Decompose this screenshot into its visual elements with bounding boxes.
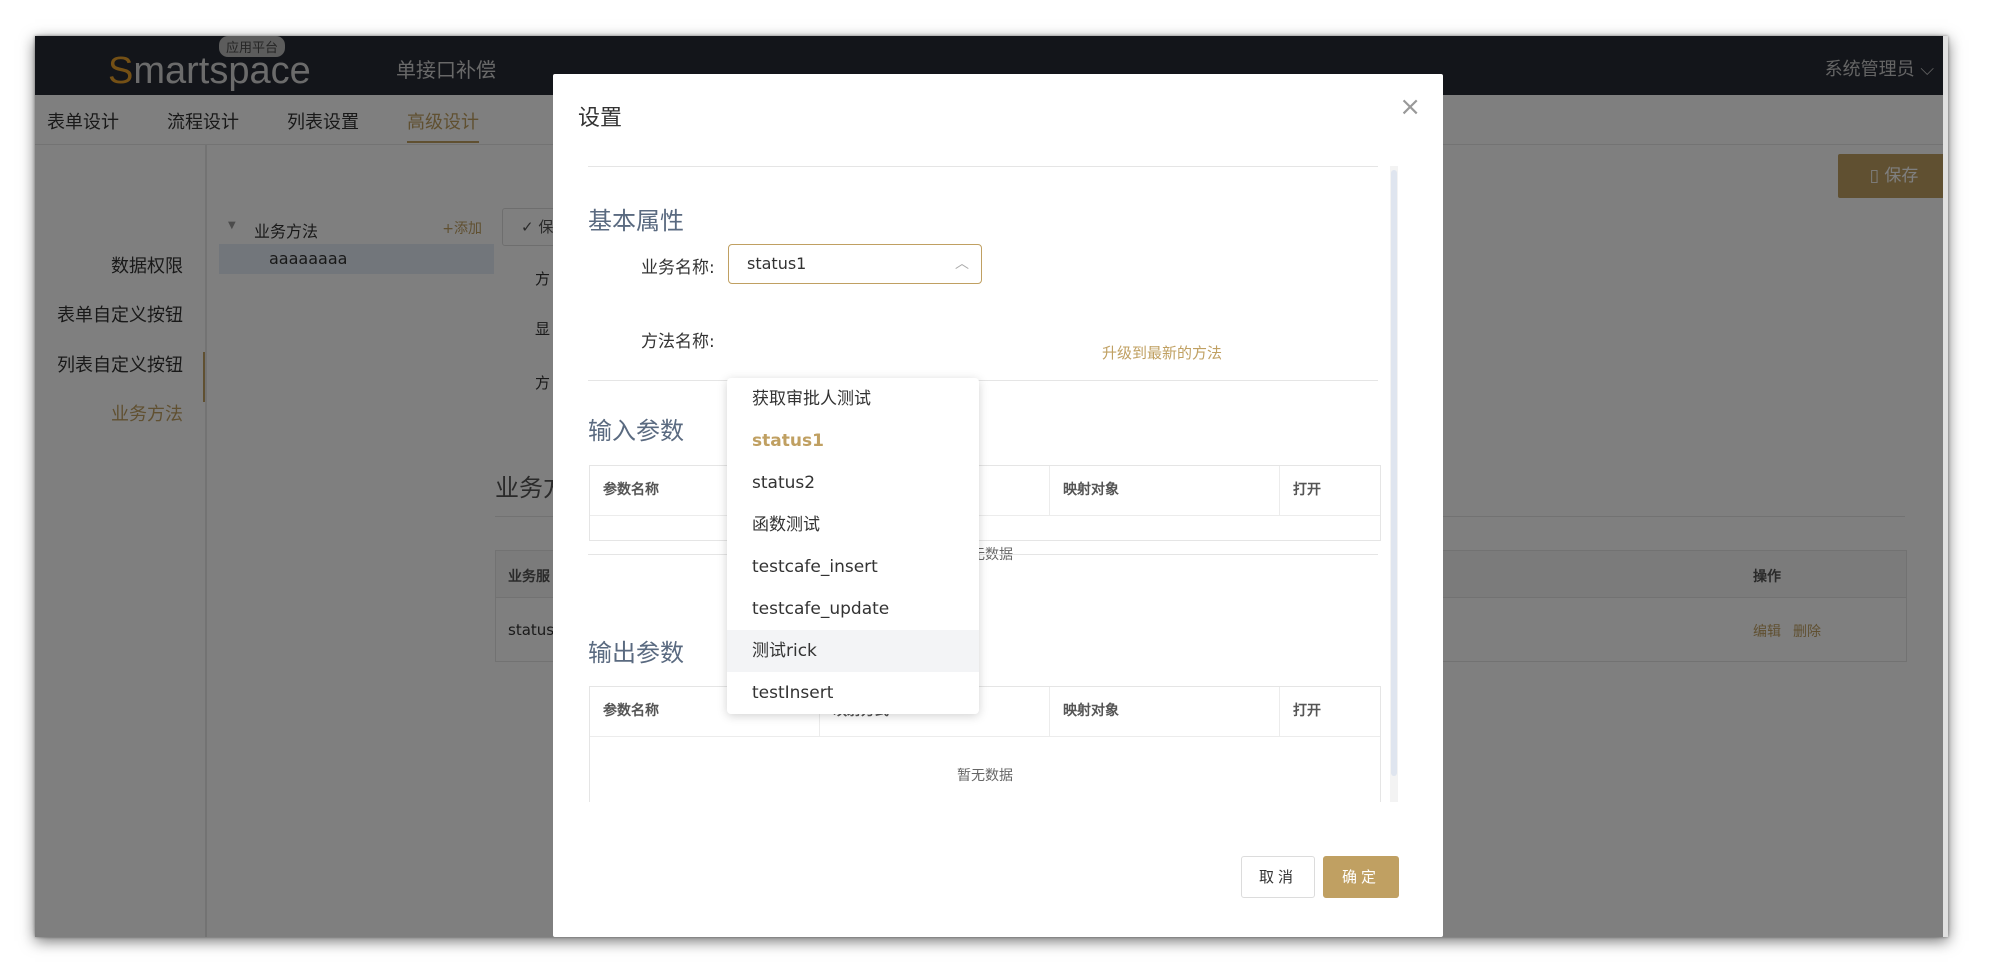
modal-body: 基本属性 业务名称: status1 ︿ 方法名称: 升级到最新的方法 输入参数… — [553, 166, 1443, 802]
input-params-table: 参数名称 映射方式 映射对象 打开 暂无数据 — [589, 465, 1381, 563]
dropdown-option[interactable]: testInsert — [727, 672, 979, 714]
biz-name-dropdown: 获取审批人测试 status1 status2 函数测试 testcafe_in… — [727, 378, 979, 714]
th-open: 打开 — [1293, 482, 1321, 498]
modal-title: 设置 — [578, 106, 623, 131]
chevron-up-icon: ︿ — [955, 256, 969, 272]
dropdown-option[interactable]: status2 — [727, 462, 979, 504]
close-icon[interactable]: × — [1399, 94, 1421, 120]
cancel-button[interactable]: 取消 — [1241, 856, 1315, 898]
output-params-table: 参数名称 映射方式 映射对象 打开 暂无数据 — [589, 686, 1381, 802]
input-params-header: 参数名称 映射方式 映射对象 打开 — [590, 466, 1380, 516]
modal-scrollbar-thumb[interactable] — [1391, 170, 1397, 776]
dropdown-option[interactable]: 获取审批人测试 — [727, 378, 979, 420]
th-mapping-target: 映射对象 — [1050, 687, 1280, 736]
section-input-params: 输入参数 — [588, 417, 684, 445]
th-mapping-target: 映射对象 — [1050, 466, 1280, 515]
dropdown-option-selected[interactable]: status1 — [727, 420, 979, 462]
settings-modal: 设置 × 基本属性 业务名称: status1 ︿ 方法名称: 升级到最新的方法… — [553, 74, 1443, 937]
divider-top — [588, 166, 1378, 167]
page-scrollbar[interactable] — [1943, 36, 1948, 937]
section-output-params: 输出参数 — [588, 639, 684, 667]
output-params-header: 参数名称 映射方式 映射对象 打开 — [590, 687, 1380, 737]
dropdown-option[interactable]: testcafe_update — [727, 588, 979, 630]
biz-name-value: status1 — [747, 254, 807, 273]
dropdown-option[interactable]: testcafe_insert — [727, 546, 979, 588]
confirm-button[interactable]: 确定 — [1323, 856, 1399, 898]
th-open: 打开 — [1293, 703, 1321, 719]
biz-name-select[interactable]: status1 ︿ — [728, 244, 982, 284]
label-biz-name: 业务名称: — [641, 258, 715, 278]
divider-input — [588, 554, 1378, 555]
upgrade-method-link[interactable]: 升级到最新的方法 — [1102, 342, 1222, 363]
dropdown-option-hovered[interactable]: 测试rick — [727, 630, 979, 672]
app-window: Smartspace 应用平台 单接口补偿 系统管理员 ⌵ 表单设计 流程设计 … — [35, 36, 1948, 937]
label-method-name: 方法名称: — [641, 332, 715, 352]
divider-basic — [588, 380, 1378, 381]
dropdown-option[interactable]: 函数测试 — [727, 504, 979, 546]
section-basic-properties: 基本属性 — [588, 207, 684, 235]
output-params-empty: 暂无数据 — [957, 768, 1013, 784]
